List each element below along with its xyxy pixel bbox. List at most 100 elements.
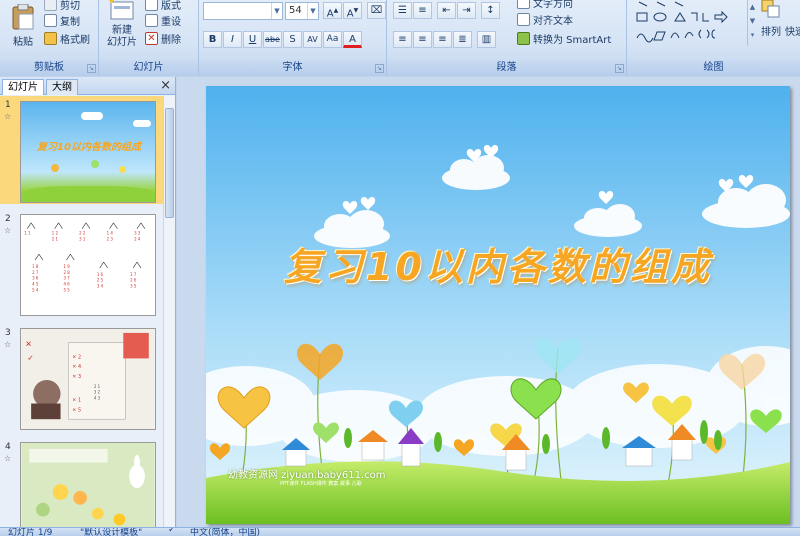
tab-slides[interactable]: 幻灯片	[2, 79, 44, 95]
arrange-button[interactable]: 排列	[759, 0, 783, 38]
smartart-icon	[517, 31, 530, 45]
text-direction-icon	[517, 0, 530, 9]
decrease-indent-icon[interactable]: ⇤	[437, 2, 456, 19]
font-color-button[interactable]: A	[343, 31, 362, 48]
shadow-button[interactable]: S	[283, 31, 302, 48]
font-size-combo[interactable]: 54 ▼	[285, 2, 319, 20]
numbering-icon[interactable]: ≡	[413, 2, 432, 19]
thumbnail-slide-1[interactable]: 1 ☆ 复习10以内各数的组成	[0, 96, 164, 204]
svg-text:5 4: 5 4	[32, 287, 39, 292]
reset-label: 重设	[161, 16, 181, 28]
align-center-icon[interactable]: ≡	[413, 31, 432, 48]
thumbnail-slide-3[interactable]: 3 ☆ ✕ ✓ ✕ 2 ✕ 4 ✕ 3 ✕ 1 ✕ 5 2 13 24 3	[0, 324, 164, 432]
paste-button[interactable]: 粘贴	[6, 3, 40, 48]
svg-text:2 1: 2 1	[52, 236, 59, 241]
thumbnail-number: 3	[5, 328, 11, 338]
bold-button[interactable]: B	[203, 31, 222, 48]
thumbnail-title: 复习10以内各数的组成	[37, 142, 141, 153]
change-case-button[interactable]: Aa	[323, 31, 342, 48]
new-slide-label: 新建 幻灯片	[107, 25, 137, 48]
svg-text:1 7: 1 7	[130, 272, 137, 277]
delete-label: 删除	[161, 34, 181, 46]
animation-star-icon: ☆	[4, 340, 12, 349]
reset-button[interactable]: 重设	[145, 12, 181, 28]
font-name-combo[interactable]: ▼	[203, 2, 283, 20]
grow-font-icon[interactable]: A▲	[323, 2, 342, 19]
shapes-gallery-icon[interactable]	[635, 0, 743, 46]
thumbnail-image	[20, 442, 156, 527]
thumbnail-slide-4[interactable]: 4 ☆	[0, 438, 164, 527]
copy-icon	[44, 13, 57, 27]
close-icon[interactable]: ×	[160, 78, 171, 93]
svg-text:1 9: 1 9	[63, 264, 70, 269]
copy-button[interactable]: 复制	[44, 12, 80, 28]
reset-icon	[145, 13, 158, 27]
font-format-buttons: B I U abe S AV Aa A	[203, 31, 362, 48]
thumbnail-scrollbar[interactable]	[163, 96, 175, 527]
delete-slide-button[interactable]: ✕ 删除	[145, 30, 181, 46]
svg-text:1 2: 1 2	[52, 231, 59, 236]
language-indicator[interactable]: 中文(简体，中国)	[190, 528, 260, 536]
svg-text:3 2: 3 2	[94, 390, 101, 395]
thumbnail-list: 1 ☆ 复习10以内各数的组成 2 ☆ 1 1 1 2 2 2 1 4 3 3 …	[0, 96, 164, 527]
align-right-icon[interactable]: ≡	[433, 31, 452, 48]
copy-label: 复制	[60, 16, 80, 28]
svg-text:2 7: 2 7	[32, 270, 39, 275]
thumbnail-image: 1 11 22 21 43 3 2 13 12 32 4 1 82 73 64 …	[20, 214, 156, 316]
shrink-font-icon[interactable]: A▼	[343, 2, 362, 19]
svg-text:4 3: 4 3	[94, 396, 101, 401]
svg-text:✕ 1: ✕ 1	[72, 398, 81, 404]
svg-text:3 7: 3 7	[63, 276, 70, 281]
bullets-icon[interactable]: ☰	[393, 2, 412, 19]
thumbnail-slide-2[interactable]: 2 ☆ 1 11 22 21 43 3 2 13 12 32 4 1 82 73…	[0, 210, 164, 318]
svg-text:4 6: 4 6	[63, 282, 70, 287]
svg-text:2 5: 2 5	[97, 278, 104, 283]
layout-button[interactable]: 版式	[145, 0, 181, 12]
cut-button[interactable]: 剪切	[44, 0, 80, 12]
svg-text:2 6: 2 6	[130, 278, 137, 283]
char-spacing-button[interactable]: AV	[303, 31, 322, 48]
quick-styles-label: 快速	[785, 26, 800, 38]
align-text-button[interactable]: 对齐文本	[517, 11, 573, 27]
svg-text:1 1: 1 1	[24, 231, 31, 236]
shapes-scroll-icon[interactable]: ▲ ▼ ▾	[747, 0, 757, 46]
slide-title[interactable]: 复习10以内各数的组成	[206, 236, 790, 291]
svg-text:✕ 2: ✕ 2	[72, 354, 81, 360]
justify-icon[interactable]: ≣	[453, 31, 472, 48]
drawing-group-label: 绘图	[627, 60, 800, 76]
svg-text:2 8: 2 8	[63, 270, 70, 275]
font-grow-shrink: A▲ A▼ ⌧	[323, 2, 386, 19]
increase-indent-icon[interactable]: ⇥	[457, 2, 476, 19]
current-slide[interactable]: 复习10以内各数的组成 幼教资源网 ziyuan.baby611.com PPT…	[206, 86, 790, 524]
font-size-value: 54	[289, 5, 302, 16]
clear-format-icon[interactable]: ⌧	[367, 2, 386, 19]
strikethrough-button[interactable]: abe	[263, 31, 282, 48]
quick-styles-button[interactable]: 快速	[785, 22, 800, 38]
svg-text:2 2: 2 2	[79, 231, 86, 236]
new-slide-button[interactable]: 新建 幻灯片	[101, 0, 143, 49]
font-group: ▼ 54 ▼ A▲ A▼ ⌧ B I U abe S AV Aa A 字体 ↘	[199, 0, 387, 76]
svg-text:1 6: 1 6	[97, 272, 104, 277]
smartart-label: 转换为 SmartArt	[533, 34, 612, 46]
paragraph-group: ☰ ≡ ⇤ ⇥ ↕ 文字方向 对齐文本 转换为 SmartArt ≡ ≡ ≡ ≣…	[387, 0, 627, 76]
clipboard-group-label: 剪贴板	[0, 60, 98, 76]
format-painter-button[interactable]: 格式刷	[44, 30, 90, 46]
alignment-buttons: ≡ ≡ ≡ ≣ ▥	[393, 31, 496, 48]
columns-icon[interactable]: ▥	[477, 31, 496, 48]
watermark-text: 幼教资源网 ziyuan.baby611.com	[228, 470, 386, 481]
tab-outline[interactable]: 大纲	[46, 79, 78, 95]
slide-count: 幻灯片 1/9	[8, 528, 53, 536]
spellcheck-icon[interactable]: ✓	[168, 528, 176, 535]
align-left-icon[interactable]: ≡	[393, 31, 412, 48]
layout-icon	[145, 0, 158, 11]
layout-label: 版式	[161, 0, 181, 12]
underline-button[interactable]: U	[243, 31, 262, 48]
paragraph-launcher-icon[interactable]: ↘	[615, 64, 624, 73]
clipboard-launcher-icon[interactable]: ↘	[87, 64, 96, 73]
scrollbar-thumb[interactable]	[165, 108, 174, 218]
convert-smartart-button[interactable]: 转换为 SmartArt	[517, 30, 611, 46]
font-launcher-icon[interactable]: ↘	[375, 64, 384, 73]
text-direction-button[interactable]: 文字方向	[517, 0, 573, 10]
line-spacing-icon[interactable]: ↕	[481, 2, 500, 19]
italic-button[interactable]: I	[223, 31, 242, 48]
